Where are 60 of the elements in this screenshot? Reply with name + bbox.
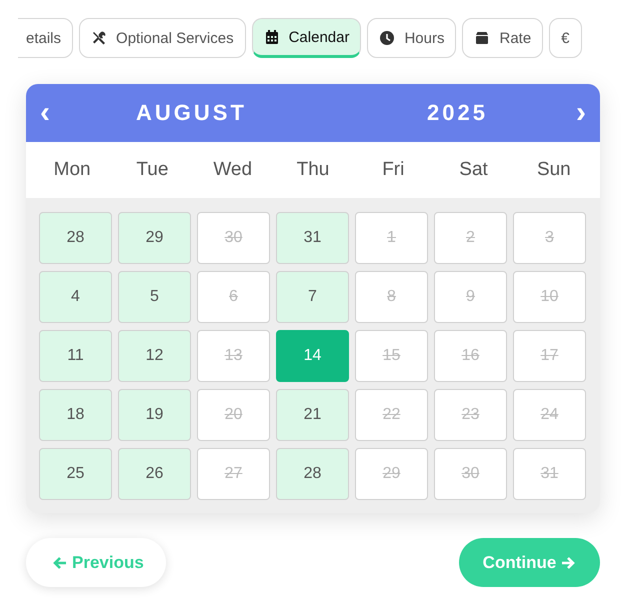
day-cell[interactable]: 12 — [118, 330, 191, 382]
box-icon — [474, 30, 490, 46]
day-cell[interactable]: 28 — [39, 212, 112, 264]
next-month-button[interactable]: › — [572, 98, 590, 128]
step-tab[interactable]: € — [549, 18, 582, 58]
weekday-label: Tue — [136, 159, 168, 181]
day-cell[interactable]: 14 — [276, 330, 349, 382]
day-cell[interactable]: 8 — [355, 271, 428, 323]
day-cell[interactable]: 1 — [355, 212, 428, 264]
year-label: 2025 — [427, 100, 488, 126]
day-cell[interactable]: 10 — [513, 271, 586, 323]
step-tab[interactable]: Hours — [367, 18, 456, 58]
day-cell[interactable]: 19 — [118, 389, 191, 441]
clock-icon — [379, 30, 396, 46]
tools-icon — [91, 30, 108, 46]
continue-button[interactable]: Continue — [459, 538, 600, 587]
arrow-left-icon — [52, 554, 68, 570]
day-cell[interactable]: 21 — [276, 389, 349, 441]
day-cell[interactable]: 13 — [197, 330, 270, 382]
arrow-right-icon — [560, 554, 576, 570]
day-cell[interactable]: 26 — [118, 448, 191, 500]
weekday-label: Wed — [213, 159, 252, 181]
day-cell[interactable]: 15 — [355, 330, 428, 382]
day-cell[interactable]: 23 — [434, 389, 507, 441]
weekday-label: Sun — [536, 159, 571, 181]
day-cell[interactable]: 17 — [513, 330, 586, 382]
day-cell[interactable]: 3 — [513, 212, 586, 264]
day-cell[interactable]: 7 — [276, 271, 349, 323]
day-cell[interactable]: 30 — [434, 448, 507, 500]
step-tab[interactable]: etails — [18, 18, 74, 58]
day-cell[interactable]: 29 — [355, 448, 428, 500]
day-cell[interactable]: 9 — [434, 271, 507, 323]
day-cell[interactable]: 31 — [276, 212, 349, 264]
weekday-label: Mon — [54, 159, 91, 181]
day-cell[interactable]: 20 — [197, 389, 270, 441]
day-cell[interactable]: 24 — [513, 389, 586, 441]
day-cell[interactable]: 11 — [39, 330, 112, 382]
day-cell[interactable]: 18 — [39, 389, 112, 441]
day-cell[interactable]: 22 — [355, 389, 428, 441]
previous-month-button[interactable]: ‹ — [36, 98, 54, 128]
day-cell[interactable]: 4 — [39, 271, 112, 323]
day-cell[interactable]: 30 — [197, 212, 270, 264]
calendar-icon — [264, 29, 280, 45]
weekday-label: Thu — [296, 159, 330, 181]
step-tab[interactable]: Optional Services — [79, 18, 246, 58]
day-cell[interactable]: 6 — [197, 271, 270, 323]
weekday-label: Sat — [459, 159, 488, 181]
day-cell[interactable]: 31 — [513, 448, 586, 500]
day-cell[interactable]: 27 — [197, 448, 270, 500]
day-cell[interactable]: 25 — [39, 448, 112, 500]
weekday-label: Fri — [382, 159, 404, 181]
day-cell[interactable]: 28 — [276, 448, 349, 500]
day-cell[interactable]: 29 — [118, 212, 191, 264]
day-cell[interactable]: 16 — [434, 330, 507, 382]
day-cell[interactable]: 2 — [434, 212, 507, 264]
step-tab[interactable]: Calendar — [252, 18, 362, 58]
step-tab[interactable]: Rate — [462, 18, 544, 58]
day-cell[interactable]: 5 — [118, 271, 191, 323]
previous-button[interactable]: Previous — [26, 538, 166, 587]
month-label: AUGUST — [136, 100, 247, 126]
